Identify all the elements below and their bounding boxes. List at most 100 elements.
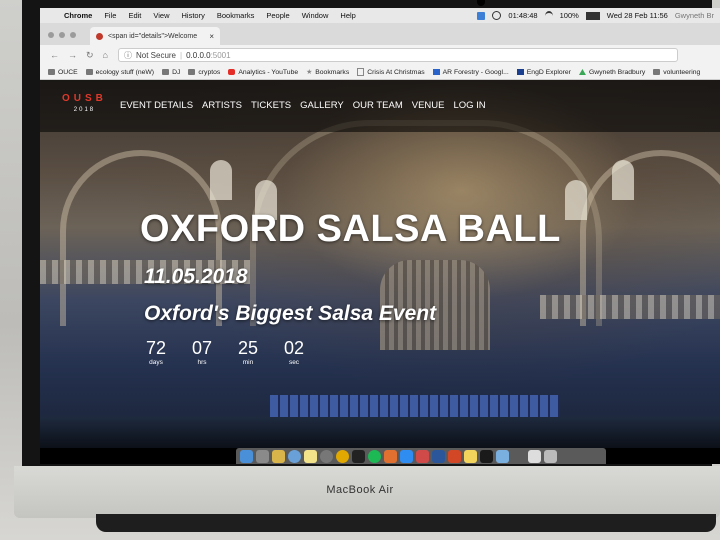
url-host: 0.0.0.0 (186, 50, 211, 60)
security-label[interactable]: Not Secure (136, 51, 176, 60)
address-separator: | (180, 50, 183, 60)
folder-icon[interactable] (496, 449, 509, 463)
word-icon[interactable] (432, 449, 445, 463)
bookmark-ecology[interactable]: ecology stuff (neW) (85, 68, 155, 76)
bookmark-ouce[interactable]: OUCE (48, 69, 78, 76)
page-icon (432, 69, 440, 75)
hall-seats (270, 395, 560, 417)
nav-gallery[interactable]: GALLERY (300, 100, 344, 111)
camera (477, 0, 485, 6)
bookmark-cryptos[interactable]: cryptos (188, 69, 220, 76)
laptop-brand-label: MacBook Air (326, 484, 394, 496)
hero-subtitle: Oxford's Biggest Salsa Event (144, 302, 437, 325)
notes-icon[interactable] (304, 449, 317, 463)
bookmark-label: ecology stuff (neW) (95, 68, 155, 76)
nav-our-team[interactable]: OUR TEAM (353, 100, 403, 111)
status-tray: 01:48:48 100% Wed 28 Feb 11:56 Gwyneth B… (477, 10, 720, 21)
page-icon (357, 68, 365, 76)
folder-icon (188, 69, 196, 75)
downloads-icon[interactable] (512, 449, 525, 463)
page-icon (516, 69, 524, 75)
close-tab-icon[interactable]: × (209, 32, 214, 41)
browser-toolbar: ← → ↻ ⌂ ⓘ Not Secure | 0.0.0.0:5001 (40, 45, 720, 65)
app-store-icon[interactable] (400, 449, 413, 463)
safari-icon[interactable] (288, 449, 301, 463)
menu-edit[interactable]: Edit (128, 11, 141, 20)
tab-title: <span id="details">Welcome (108, 32, 198, 40)
mac-menubar: Chrome File Edit View History Bookmarks … (40, 8, 720, 23)
menu-window[interactable]: Window (302, 11, 329, 20)
battery-icon[interactable] (585, 11, 600, 20)
menubar-datetime[interactable]: Wed 28 Feb 11:56 (607, 11, 668, 20)
bookmarks-bar: OUCE ecology stuff (neW) DJ cryptos Anal… (40, 65, 720, 80)
laptop-screen: Chrome File Edit View History Bookmarks … (40, 8, 720, 464)
bookmark-dj[interactable]: DJ (162, 69, 180, 76)
hero-title: OXFORD SALSA BALL (140, 208, 561, 250)
reload-icon[interactable]: ↻ (86, 50, 94, 61)
chrome-icon[interactable] (336, 449, 349, 463)
countdown-hours: 07 hrs (186, 338, 218, 366)
document-icon[interactable] (528, 449, 541, 463)
zoom-window-icon[interactable] (70, 32, 76, 38)
bookmark-volunteering[interactable]: volunteering (653, 69, 700, 76)
clock-status-icon[interactable] (492, 11, 502, 20)
menu-bookmarks[interactable]: Bookmarks (217, 11, 255, 20)
bookmark-gwyneth[interactable]: Gwyneth Bradbury (578, 69, 645, 76)
dropbox-icon[interactable] (477, 11, 486, 20)
matlab-icon[interactable] (384, 449, 397, 463)
bookmark-ar-forestry[interactable]: AR Forestry - Googl... (432, 69, 509, 76)
powerpoint-icon[interactable] (448, 449, 461, 463)
bookmark-bookmarks[interactable]: ★ Bookmarks (306, 68, 350, 77)
menu-people[interactable]: People (266, 11, 289, 20)
photos-icon[interactable] (272, 449, 285, 463)
nav-log-in[interactable]: LOG IN (453, 100, 485, 111)
terminal-icon[interactable] (352, 449, 365, 463)
countdown-minutes: 25 min (232, 338, 264, 366)
messages-icon[interactable] (416, 449, 429, 463)
home-icon[interactable]: ⌂ (103, 50, 108, 61)
site-menu: EVENT DETAILS ARTISTS TICKETS GALLERY OU… (120, 100, 486, 111)
finder-icon[interactable] (240, 449, 253, 463)
info-icon[interactable]: ⓘ (124, 50, 132, 61)
bookmark-label: Bookmarks (315, 68, 350, 76)
bookmark-label: DJ (172, 68, 181, 76)
countdown-value: 25 (237, 338, 259, 358)
countdown-value: 07 (191, 338, 213, 358)
back-arrow-icon[interactable]: ← (50, 50, 59, 61)
bookmark-engd[interactable]: EngD Explorer (516, 69, 571, 76)
minimize-window-icon[interactable] (59, 32, 65, 38)
spotify-icon[interactable] (368, 449, 381, 463)
mac-dock (236, 448, 606, 464)
lightbulb-icon[interactable] (464, 449, 477, 463)
menu-history[interactable]: History (182, 11, 205, 20)
bookmark-crisis[interactable]: Crisis At Christmas (357, 68, 425, 76)
trash-icon[interactable] (544, 449, 557, 463)
window-controls (48, 32, 76, 38)
bookmark-label: cryptos (198, 68, 221, 76)
browser-tab[interactable]: <span id="details">Welcome × (90, 27, 220, 45)
close-window-icon[interactable] (48, 32, 54, 38)
address-bar[interactable]: ⓘ Not Secure | 0.0.0.0:5001 (117, 48, 678, 62)
pycharm-icon[interactable] (480, 449, 493, 463)
countdown-timer: 72 days 07 hrs 25 min 02 sec (140, 338, 310, 366)
nav-artists[interactable]: ARTISTS (202, 100, 242, 111)
menubar-user[interactable]: Gwyneth Br (675, 11, 714, 20)
site-logo[interactable]: OUSB 2018 (62, 93, 107, 113)
nav-venue[interactable]: VENUE (412, 100, 445, 111)
menu-file[interactable]: File (104, 11, 116, 20)
menu-view[interactable]: View (153, 11, 169, 20)
bookmark-analytics-youtube[interactable]: Analytics - YouTube (228, 69, 298, 76)
nav-event-details[interactable]: EVENT DETAILS (120, 100, 193, 111)
wifi-icon[interactable] (544, 10, 553, 21)
drive-icon (578, 69, 586, 75)
website-hero: OUSB 2018 EVENT DETAILS ARTISTS TICKETS … (40, 80, 720, 448)
forward-arrow-icon[interactable]: → (68, 50, 77, 61)
menu-chrome[interactable]: Chrome (64, 11, 92, 20)
site-navbar: OUSB 2018 EVENT DETAILS ARTISTS TICKETS … (40, 80, 720, 132)
folder-icon (48, 69, 55, 75)
nav-tickets[interactable]: TICKETS (251, 100, 291, 111)
launchpad-icon[interactable] (256, 449, 269, 463)
settings-gear-icon[interactable] (320, 449, 333, 463)
menu-help[interactable]: Help (340, 11, 355, 20)
logo-year: 2018 (73, 107, 96, 113)
